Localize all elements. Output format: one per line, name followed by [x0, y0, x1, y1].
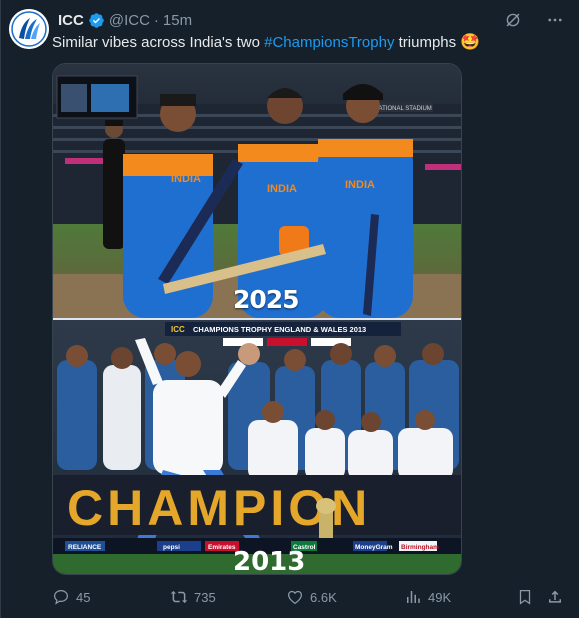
sponsor-8: Birmingham — [401, 544, 439, 551]
top-actions — [503, 10, 565, 30]
tweet-text-after: triumphs — [394, 34, 457, 51]
repost-count: 735 — [194, 589, 216, 605]
reply-count: 45 — [76, 589, 91, 605]
views-button[interactable]: 49K — [404, 588, 516, 606]
author-avatar[interactable] — [9, 9, 49, 49]
views-icon — [407, 591, 420, 603]
photo-2013[interactable]: ICC CHAMPIONS TROPHY ENGLAND & WALES 201… — [53, 320, 461, 575]
sponsor-1: RELIANCE — [68, 544, 102, 551]
author-handle[interactable]: @ICC — [109, 12, 150, 29]
action-bar: 45 735 6.6K 49K — [52, 587, 567, 607]
star-struck-emoji: 🤩 — [460, 34, 481, 51]
reply-icon — [53, 589, 69, 605]
banner-brand: ICC — [171, 325, 185, 334]
tweet-media[interactable]: NATIONAL STADIUM INDIA INDIA INDIA 2025 … — [52, 63, 462, 575]
views-count: 49K — [428, 589, 452, 605]
banner-text: CHAMPIONS TROPHY ENGLAND & WALES 2013 — [193, 325, 366, 334]
separator: · — [153, 11, 159, 29]
timestamp[interactable]: 15m — [163, 12, 192, 29]
like-count: 6.6K — [310, 589, 337, 605]
more-icon — [548, 18, 562, 22]
verified-badge-icon — [89, 12, 104, 28]
tweet[interactable]: ICC @ICC · 15m Similar vibes across Indi… — [0, 0, 579, 618]
bookmark-button[interactable] — [516, 588, 546, 606]
grok-icon — [506, 13, 520, 27]
tweet-text-before: Similar vibes across India's two — [52, 34, 265, 51]
repost-button[interactable]: 735 — [170, 588, 286, 606]
like-icon — [287, 590, 303, 605]
hashtag-link[interactable]: #ChampionsTrophy — [264, 34, 394, 51]
sponsor-3: pepsi — [163, 544, 180, 551]
icc-logo-icon — [9, 9, 49, 49]
bookmark-icon — [519, 589, 531, 605]
more-button[interactable] — [545, 10, 565, 30]
share-button[interactable] — [546, 588, 566, 606]
author-name[interactable]: ICC — [58, 12, 84, 29]
jersey-text-2: INDIA — [267, 183, 297, 195]
like-button[interactable]: 6.6K — [286, 588, 404, 606]
photo-2025-illustration: NATIONAL STADIUM INDIA INDIA INDIA 2025 — [53, 64, 461, 318]
tweet-header: ICC @ICC · 15m — [58, 11, 192, 29]
photo-2025[interactable]: NATIONAL STADIUM INDIA INDIA INDIA 2025 — [53, 64, 461, 318]
photo-2013-illustration: ICC CHAMPIONS TROPHY ENGLAND & WALES 201… — [53, 320, 461, 575]
tweet-text: Similar vibes across India's two #Champi… — [52, 33, 480, 53]
grok-button[interactable] — [503, 10, 523, 30]
jersey-text-1: INDIA — [171, 173, 201, 185]
repost-icon — [170, 590, 188, 604]
jersey-text-3: INDIA — [345, 179, 375, 191]
year-2013: 2013 — [233, 547, 305, 575]
reply-button[interactable]: 45 — [52, 588, 170, 606]
share-icon — [549, 590, 561, 603]
year-2025: 2025 — [233, 285, 299, 314]
stadium-sign-text: NATIONAL STADIUM — [374, 106, 432, 112]
sponsor-4: Emirates — [208, 544, 236, 551]
sponsor-6: MoneyGram — [355, 544, 393, 551]
